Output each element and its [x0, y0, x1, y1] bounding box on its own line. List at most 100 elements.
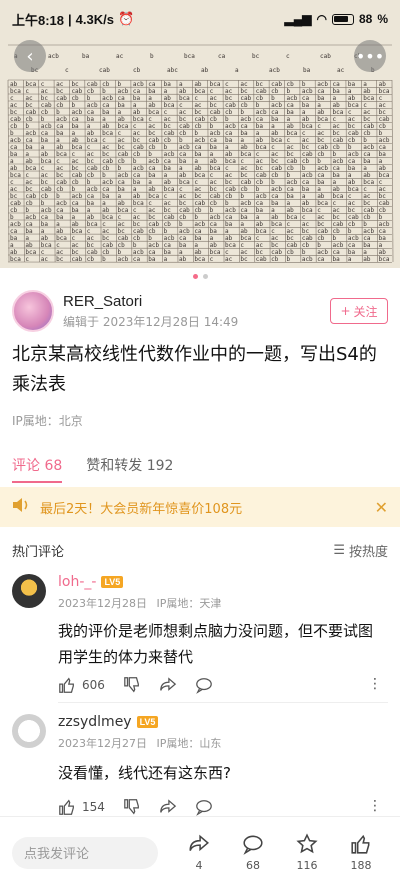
- handwritten-mark: cb: [164, 221, 172, 228]
- page-dot-1[interactable]: [192, 274, 198, 279]
- handwritten-mark: c: [286, 221, 290, 228]
- share-icon: [189, 834, 209, 852]
- follow-button[interactable]: + 关注: [330, 298, 388, 324]
- post-image[interactable]: ab bca c ac bc cab cb b acb ca ba a ab bca c ac bc cab cb b…: [0, 0, 400, 268]
- handwritten-mark: acb: [133, 81, 144, 88]
- comment-divider: [58, 702, 388, 703]
- handwritten-mark: ab: [286, 207, 294, 214]
- handwritten-mark: bc: [363, 116, 371, 123]
- comment-input[interactable]: 点我发评论: [12, 836, 158, 869]
- handwritten-mark: ab: [102, 123, 110, 130]
- handwritten-mark: cb: [133, 151, 141, 158]
- commenter-name[interactable]: loh-_-: [58, 574, 96, 590]
- promo-banner[interactable]: 最后2天！大会员新年惊喜价108元 ✕: [0, 487, 400, 527]
- handwritten-mark: ac: [210, 95, 218, 102]
- handwritten-mark: cab: [240, 179, 251, 186]
- handwritten-mark: ab: [41, 235, 49, 242]
- handwritten-mark: ba: [71, 207, 79, 214]
- handwritten-mark: ab: [71, 221, 79, 228]
- handwritten-mark: ac: [133, 214, 141, 221]
- comment-ip: IP属地：山东: [156, 737, 222, 750]
- handwritten-mark: bca: [71, 228, 82, 235]
- handwritten-mark: cb: [256, 95, 264, 102]
- handwritten-mark: a: [271, 123, 275, 130]
- handwritten-mark: ab: [379, 165, 387, 172]
- handwritten-mark: ba: [71, 123, 79, 130]
- handwritten-mark: ca: [286, 186, 294, 193]
- like-button[interactable]: 606: [58, 676, 105, 694]
- share-button[interactable]: [159, 798, 177, 816]
- handwritten-mark: bc: [225, 95, 233, 102]
- handwritten-mark: bc: [348, 207, 356, 214]
- handwritten-mark: b: [225, 116, 229, 123]
- handwritten-mark: ab: [302, 116, 310, 123]
- handwritten-mark: bca: [71, 144, 82, 151]
- handwritten-mark: a: [348, 172, 352, 179]
- handwritten-mark: cab: [194, 116, 205, 123]
- handwritten-mark: ca: [25, 137, 33, 144]
- handwritten-mark: cb: [133, 67, 141, 74]
- handwritten-mark: cb: [348, 221, 356, 228]
- handwritten-mark: ba: [148, 172, 156, 179]
- dislike-button[interactable]: [123, 676, 141, 694]
- handwritten-mark: cb: [210, 116, 218, 123]
- commenter-avatar[interactable]: [12, 714, 46, 748]
- handwritten-mark: b: [133, 158, 137, 165]
- handwritten-mark: ac: [179, 109, 187, 116]
- follow-label: 关注: [353, 304, 378, 319]
- handwritten-mark: ba: [348, 165, 356, 172]
- back-button[interactable]: ‹: [14, 40, 46, 72]
- handwritten-mark: ba: [225, 221, 233, 228]
- handwritten-mark: cab: [286, 158, 297, 165]
- share-action[interactable]: 4: [172, 833, 226, 872]
- handwritten-mark: b: [102, 256, 106, 263]
- handwritten-mark: bca: [348, 186, 359, 193]
- handwritten-mark: ac: [210, 179, 218, 186]
- handwritten-mark: ab: [210, 242, 218, 249]
- handwritten-mark: bca: [41, 242, 52, 249]
- handwritten-mark: acb: [302, 172, 313, 179]
- share-button[interactable]: [159, 676, 177, 694]
- commenter-name[interactable]: zzsydlmey: [58, 714, 132, 730]
- handwritten-mark: acb: [240, 116, 251, 123]
- handwritten-mark: b: [194, 214, 198, 221]
- handwritten-mark: ca: [271, 193, 279, 200]
- comment-more-icon[interactable]: ⋮: [368, 676, 382, 692]
- like-button[interactable]: 154: [58, 798, 105, 816]
- tab-comments[interactable]: 评论 68: [12, 455, 63, 483]
- comment-more-icon[interactable]: ⋮: [368, 798, 382, 814]
- sort-button[interactable]: ☰ 按热度: [333, 541, 388, 560]
- handwritten-mark: a: [286, 200, 290, 207]
- handwritten-mark: a: [102, 116, 106, 123]
- handwritten-mark: c: [148, 200, 152, 207]
- handwritten-mark: ab: [148, 186, 156, 193]
- dislike-button[interactable]: [123, 798, 141, 816]
- handwritten-mark: ba: [194, 151, 202, 158]
- handwritten-mark: b: [379, 214, 383, 221]
- reply-button[interactable]: [195, 676, 213, 694]
- handwritten-mark: a: [179, 165, 183, 172]
- commenter-avatar[interactable]: [12, 574, 46, 608]
- handwritten-mark: ab: [302, 200, 310, 207]
- like-action[interactable]: 188: [334, 833, 388, 872]
- handwritten-mark: cb: [194, 123, 202, 130]
- favorite-action[interactable]: 116: [280, 833, 334, 872]
- more-button[interactable]: •••: [354, 40, 386, 72]
- handwritten-mark: cab: [71, 88, 82, 95]
- author-avatar[interactable]: [12, 290, 54, 332]
- handwritten-mark: acb: [133, 249, 144, 256]
- handwritten-mark: ab: [333, 102, 341, 109]
- page-dot-2[interactable]: [202, 274, 208, 279]
- handwritten-mark: acb: [333, 158, 344, 165]
- handwritten-mark: a: [25, 151, 29, 158]
- tab-likes-reposts[interactable]: 赞和转发 192: [86, 455, 173, 483]
- handwritten-mark: b: [56, 193, 60, 200]
- handwritten-mark: b: [56, 109, 60, 116]
- comment-action[interactable]: 68: [226, 833, 280, 872]
- handwritten-mark: b: [210, 207, 214, 214]
- reply-button[interactable]: [195, 798, 213, 816]
- handwritten-mark: bca: [148, 109, 159, 116]
- handwritten-mark: cb: [102, 249, 110, 256]
- close-icon[interactable]: ✕: [375, 498, 388, 517]
- author-name[interactable]: RER_Satori: [63, 293, 238, 310]
